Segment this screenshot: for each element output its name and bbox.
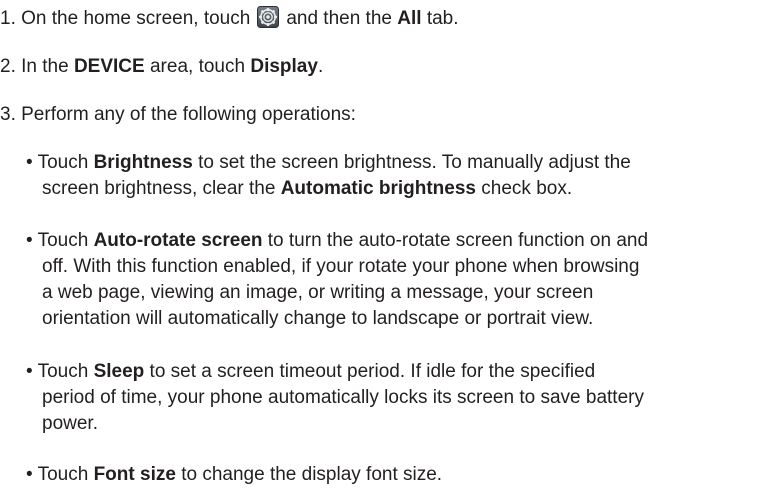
bullet-line: • Touch Font size to change the display …: [26, 462, 759, 488]
bullet-line: • Touch Brightness to set the screen bri…: [26, 150, 759, 176]
all-tab-label: All: [397, 8, 422, 29]
step-2: 2. In the DEVICE area, touch Display.: [0, 54, 323, 80]
display-item-label: Display: [250, 56, 318, 77]
bullet-line: • Touch Auto-rotate screen to turn the a…: [26, 228, 759, 254]
bullet-font-size: • Touch Font size to change the display …: [26, 462, 759, 488]
bullet-line: a web page, viewing an image, or writing…: [42, 282, 594, 303]
bullet-line: screen brightness, clear the Automatic b…: [26, 176, 759, 202]
text-run: • Touch: [26, 230, 94, 251]
step-3-text: 3. Perform any of the following operatio…: [0, 104, 356, 125]
step-2-middle: area, touch: [149, 56, 246, 77]
bullet-line: • Touch Sleep to set a screen timeout pe…: [26, 359, 759, 385]
bullet-line: orientation will automatically change to…: [42, 308, 594, 329]
text-run: to turn the auto-rotate screen function …: [262, 230, 649, 251]
step-2-prefix: 2. In the: [0, 56, 69, 77]
step-1: 1. On the home screen, touch and then th…: [0, 6, 459, 32]
step-1-suffix: tab.: [426, 8, 459, 29]
step-2-suffix: .: [317, 56, 324, 77]
text-run: to set a screen timeout period. If idle …: [144, 361, 596, 382]
text-run: to change the display font size.: [175, 464, 443, 485]
bullet-brightness: • Touch Brightness to set the screen bri…: [26, 150, 759, 202]
font-size-label: Font size: [93, 464, 176, 485]
text-run: • Touch: [26, 152, 94, 173]
text-run: • Touch: [26, 361, 94, 382]
step-1-middle: and then the: [286, 8, 392, 29]
automatic-brightness-label: Automatic brightness: [280, 178, 476, 199]
bullet-line: power.: [42, 413, 98, 434]
bullet-auto-rotate: • Touch Auto-rotate screen to turn the a…: [26, 228, 759, 332]
bullet-line: period of time, your phone automatically…: [42, 387, 644, 408]
settings-gear-icon: [257, 6, 280, 28]
step-3: 3. Perform any of the following operatio…: [0, 102, 356, 128]
text-run: • Touch: [26, 464, 94, 485]
step-1-prefix: 1. On the home screen, touch: [0, 8, 251, 29]
bullet-line: off. With this function enabled, if your…: [42, 256, 640, 277]
device-area-label: DEVICE: [73, 56, 145, 77]
text-run: screen brightness, clear the: [42, 178, 281, 199]
bullet-sleep: • Touch Sleep to set a screen timeout pe…: [26, 359, 759, 437]
auto-rotate-label: Auto-rotate screen: [93, 230, 263, 251]
text-run: check box.: [476, 178, 573, 199]
text-run: to set the screen brightness. To manuall…: [192, 152, 631, 173]
brightness-label: Brightness: [93, 152, 193, 173]
sleep-label: Sleep: [93, 361, 145, 382]
